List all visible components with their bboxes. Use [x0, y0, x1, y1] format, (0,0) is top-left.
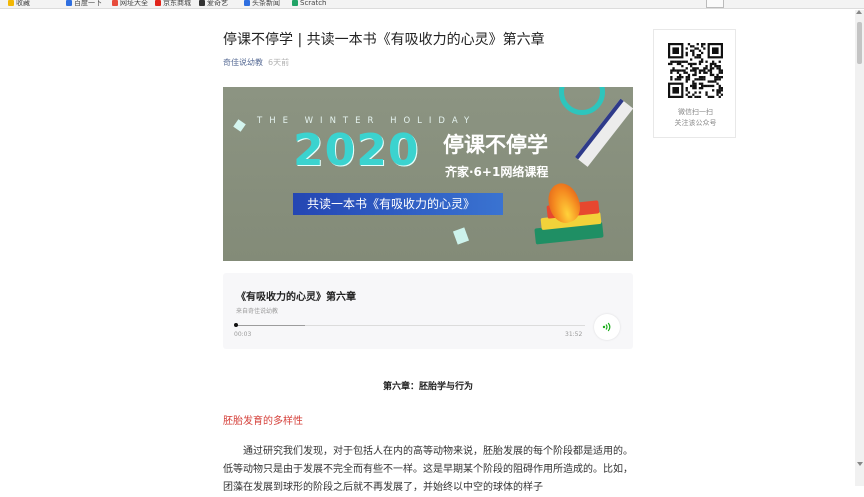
site-icon — [155, 0, 161, 6]
bookmark-item[interactable]: 头条新闻 — [244, 0, 280, 8]
scrollbar-thumb[interactable] — [857, 22, 862, 64]
progress-played — [235, 325, 305, 326]
bookmark-item[interactable]: 京东商城 — [155, 0, 191, 8]
article-title: 停课不停学 | 共读一本书《有吸收力的心灵》第六章 — [223, 32, 545, 48]
site-icon — [112, 0, 118, 6]
qr-code-panel: 微信扫一扫 关注该公众号 — [653, 29, 736, 138]
audio-source: 来自奇佳说幼教 — [236, 308, 279, 315]
qr-caption-line2: 关注该公众号 — [674, 119, 717, 127]
bookmark-item[interactable]: 网址大全 — [112, 0, 148, 8]
audio-wave-icon — [602, 322, 611, 332]
banner-slogan: 停课不停学 — [443, 133, 548, 157]
scroll-down-arrow-icon[interactable] — [857, 462, 863, 466]
progress-handle[interactable] — [234, 323, 238, 327]
site-icon — [199, 0, 205, 6]
section-heading: 胚胎发育的多样性 — [223, 416, 303, 427]
current-time: 00:03 — [234, 331, 252, 338]
scroll-up-arrow-icon[interactable] — [856, 10, 862, 14]
play-button[interactable] — [594, 314, 620, 340]
site-icon — [66, 0, 72, 6]
cover-banner: THE WINTER HOLIDAY 2020 停课不停学 齐家·6+1网络课程… — [223, 87, 633, 261]
banner-ribbon: 共读一本书《有吸收力的心灵》 — [293, 193, 503, 215]
teal-ring-decoration — [559, 87, 605, 115]
toolbar-button[interactable] — [706, 0, 724, 8]
bookmark-star-icon — [8, 0, 14, 6]
publish-time: 6天前 — [268, 58, 290, 67]
article-meta: 奇佳说幼教 6天前 — [223, 57, 289, 68]
leaf-decoration — [233, 119, 246, 132]
audio-title: 《有吸收力的心灵》第六章 — [236, 292, 356, 303]
bookmark-item[interactable]: 百度一下 — [66, 0, 102, 8]
bookmarks-bar: 收藏 百度一下 网址大全 京东商城 爱奇艺 头条新闻 Scratch — [0, 0, 864, 9]
chapter-heading: 第六章：胚胎学与行为 — [382, 382, 473, 392]
article-paragraph: 通过研究我们发现，对于包括人在内的高等动物来说，胚胎发展的每个阶段都是适用的。低… — [223, 446, 633, 493]
site-icon — [292, 0, 298, 6]
qr-code-image — [668, 43, 723, 98]
duration: 31:52 — [565, 331, 583, 338]
leaf-decoration — [452, 227, 470, 245]
bookmark-item[interactable]: Scratch — [292, 0, 327, 8]
account-link[interactable]: 奇佳说幼教 — [223, 58, 263, 67]
scrollbar[interactable] — [855, 10, 864, 486]
bookmark-item[interactable]: 收藏 — [8, 0, 30, 8]
audio-player[interactable]: 《有吸收力的心灵》第六章 来自奇佳说幼教 00:03 31:52 — [223, 273, 633, 349]
banner-year: 2020 — [293, 125, 420, 176]
site-icon — [244, 0, 250, 6]
qr-caption-line1: 微信扫一扫 — [678, 108, 713, 116]
banner-course: 齐家·6+1网络课程 — [445, 165, 549, 179]
bookmark-item[interactable]: 爱奇艺 — [199, 0, 228, 8]
